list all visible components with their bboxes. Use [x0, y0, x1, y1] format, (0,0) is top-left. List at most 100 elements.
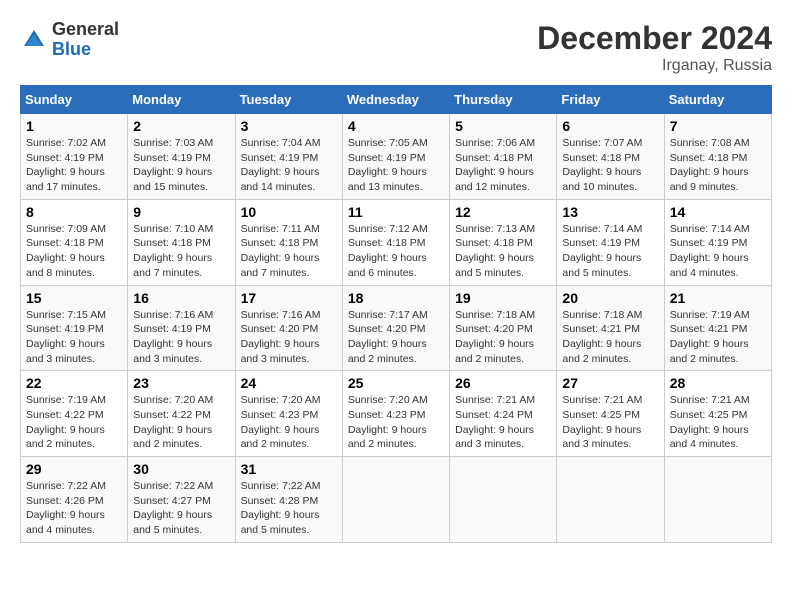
day-info: Sunrise: 7:07 AM Sunset: 4:18 PM Dayligh… [562, 136, 658, 195]
day-info: Sunrise: 7:22 AM Sunset: 4:27 PM Dayligh… [133, 479, 229, 538]
day-number: 23 [133, 375, 229, 391]
logo: General Blue [20, 20, 119, 60]
day-number: 19 [455, 290, 551, 306]
calendar-cell: 4 Sunrise: 7:05 AM Sunset: 4:19 PM Dayli… [342, 114, 449, 200]
day-number: 30 [133, 461, 229, 477]
day-number: 26 [455, 375, 551, 391]
header-friday: Friday [557, 86, 664, 114]
calendar-cell: 30 Sunrise: 7:22 AM Sunset: 4:27 PM Dayl… [128, 457, 235, 543]
day-number: 9 [133, 204, 229, 220]
day-number: 24 [241, 375, 337, 391]
day-info: Sunrise: 7:16 AM Sunset: 4:19 PM Dayligh… [133, 308, 229, 367]
day-number: 29 [26, 461, 122, 477]
calendar-cell: 29 Sunrise: 7:22 AM Sunset: 4:26 PM Dayl… [21, 457, 128, 543]
day-info: Sunrise: 7:19 AM Sunset: 4:21 PM Dayligh… [670, 308, 766, 367]
calendar-cell: 15 Sunrise: 7:15 AM Sunset: 4:19 PM Dayl… [21, 285, 128, 371]
day-info: Sunrise: 7:11 AM Sunset: 4:18 PM Dayligh… [241, 222, 337, 281]
calendar-cell [450, 457, 557, 543]
calendar-cell: 12 Sunrise: 7:13 AM Sunset: 4:18 PM Dayl… [450, 199, 557, 285]
calendar-cell: 26 Sunrise: 7:21 AM Sunset: 4:24 PM Dayl… [450, 371, 557, 457]
day-info: Sunrise: 7:03 AM Sunset: 4:19 PM Dayligh… [133, 136, 229, 195]
day-info: Sunrise: 7:10 AM Sunset: 4:18 PM Dayligh… [133, 222, 229, 281]
calendar-cell: 13 Sunrise: 7:14 AM Sunset: 4:19 PM Dayl… [557, 199, 664, 285]
day-info: Sunrise: 7:14 AM Sunset: 4:19 PM Dayligh… [670, 222, 766, 281]
header-thursday: Thursday [450, 86, 557, 114]
day-info: Sunrise: 7:08 AM Sunset: 4:18 PM Dayligh… [670, 136, 766, 195]
day-info: Sunrise: 7:20 AM Sunset: 4:22 PM Dayligh… [133, 393, 229, 452]
subtitle: Irganay, Russia [537, 57, 772, 75]
day-info: Sunrise: 7:05 AM Sunset: 4:19 PM Dayligh… [348, 136, 444, 195]
day-number: 8 [26, 204, 122, 220]
day-number: 18 [348, 290, 444, 306]
calendar-cell [342, 457, 449, 543]
day-info: Sunrise: 7:21 AM Sunset: 4:25 PM Dayligh… [562, 393, 658, 452]
day-info: Sunrise: 7:21 AM Sunset: 4:25 PM Dayligh… [670, 393, 766, 452]
calendar-cell: 22 Sunrise: 7:19 AM Sunset: 4:22 PM Dayl… [21, 371, 128, 457]
calendar-cell [664, 457, 771, 543]
day-info: Sunrise: 7:09 AM Sunset: 4:18 PM Dayligh… [26, 222, 122, 281]
calendar-week-5: 29 Sunrise: 7:22 AM Sunset: 4:26 PM Dayl… [21, 457, 772, 543]
calendar-cell: 8 Sunrise: 7:09 AM Sunset: 4:18 PM Dayli… [21, 199, 128, 285]
header-sunday: Sunday [21, 86, 128, 114]
day-number: 21 [670, 290, 766, 306]
logo-icon [20, 26, 48, 54]
header-monday: Monday [128, 86, 235, 114]
calendar-cell: 25 Sunrise: 7:20 AM Sunset: 4:23 PM Dayl… [342, 371, 449, 457]
day-number: 15 [26, 290, 122, 306]
calendar-cell: 23 Sunrise: 7:20 AM Sunset: 4:22 PM Dayl… [128, 371, 235, 457]
day-info: Sunrise: 7:13 AM Sunset: 4:18 PM Dayligh… [455, 222, 551, 281]
calendar-cell: 2 Sunrise: 7:03 AM Sunset: 4:19 PM Dayli… [128, 114, 235, 200]
day-number: 5 [455, 118, 551, 134]
calendar-cell: 3 Sunrise: 7:04 AM Sunset: 4:19 PM Dayli… [235, 114, 342, 200]
calendar-cell: 21 Sunrise: 7:19 AM Sunset: 4:21 PM Dayl… [664, 285, 771, 371]
calendar-cell: 27 Sunrise: 7:21 AM Sunset: 4:25 PM Dayl… [557, 371, 664, 457]
day-number: 4 [348, 118, 444, 134]
calendar-cell: 19 Sunrise: 7:18 AM Sunset: 4:20 PM Dayl… [450, 285, 557, 371]
day-info: Sunrise: 7:12 AM Sunset: 4:18 PM Dayligh… [348, 222, 444, 281]
day-number: 27 [562, 375, 658, 391]
calendar-table: SundayMondayTuesdayWednesdayThursdayFrid… [20, 85, 772, 543]
header-wednesday: Wednesday [342, 86, 449, 114]
header-tuesday: Tuesday [235, 86, 342, 114]
header-saturday: Saturday [664, 86, 771, 114]
day-info: Sunrise: 7:18 AM Sunset: 4:21 PM Dayligh… [562, 308, 658, 367]
calendar-week-1: 1 Sunrise: 7:02 AM Sunset: 4:19 PM Dayli… [21, 114, 772, 200]
calendar-cell: 18 Sunrise: 7:17 AM Sunset: 4:20 PM Dayl… [342, 285, 449, 371]
calendar-cell: 11 Sunrise: 7:12 AM Sunset: 4:18 PM Dayl… [342, 199, 449, 285]
day-number: 25 [348, 375, 444, 391]
day-number: 13 [562, 204, 658, 220]
calendar-cell: 20 Sunrise: 7:18 AM Sunset: 4:21 PM Dayl… [557, 285, 664, 371]
day-number: 17 [241, 290, 337, 306]
day-number: 31 [241, 461, 337, 477]
main-title: December 2024 [537, 20, 772, 57]
calendar-cell: 24 Sunrise: 7:20 AM Sunset: 4:23 PM Dayl… [235, 371, 342, 457]
header: General Blue December 2024 Irganay, Russ… [20, 20, 772, 75]
day-number: 6 [562, 118, 658, 134]
logo-general: General [52, 20, 119, 40]
title-area: December 2024 Irganay, Russia [537, 20, 772, 75]
day-info: Sunrise: 7:02 AM Sunset: 4:19 PM Dayligh… [26, 136, 122, 195]
calendar-cell: 9 Sunrise: 7:10 AM Sunset: 4:18 PM Dayli… [128, 199, 235, 285]
day-number: 2 [133, 118, 229, 134]
day-number: 11 [348, 204, 444, 220]
day-info: Sunrise: 7:17 AM Sunset: 4:20 PM Dayligh… [348, 308, 444, 367]
calendar-header-row: SundayMondayTuesdayWednesdayThursdayFrid… [21, 86, 772, 114]
day-info: Sunrise: 7:22 AM Sunset: 4:28 PM Dayligh… [241, 479, 337, 538]
day-info: Sunrise: 7:15 AM Sunset: 4:19 PM Dayligh… [26, 308, 122, 367]
calendar-cell: 6 Sunrise: 7:07 AM Sunset: 4:18 PM Dayli… [557, 114, 664, 200]
day-number: 14 [670, 204, 766, 220]
day-info: Sunrise: 7:19 AM Sunset: 4:22 PM Dayligh… [26, 393, 122, 452]
calendar-cell: 10 Sunrise: 7:11 AM Sunset: 4:18 PM Dayl… [235, 199, 342, 285]
day-info: Sunrise: 7:04 AM Sunset: 4:19 PM Dayligh… [241, 136, 337, 195]
calendar-cell: 5 Sunrise: 7:06 AM Sunset: 4:18 PM Dayli… [450, 114, 557, 200]
day-info: Sunrise: 7:22 AM Sunset: 4:26 PM Dayligh… [26, 479, 122, 538]
day-number: 3 [241, 118, 337, 134]
day-number: 12 [455, 204, 551, 220]
calendar-cell [557, 457, 664, 543]
day-number: 7 [670, 118, 766, 134]
day-number: 22 [26, 375, 122, 391]
calendar-cell: 28 Sunrise: 7:21 AM Sunset: 4:25 PM Dayl… [664, 371, 771, 457]
day-info: Sunrise: 7:06 AM Sunset: 4:18 PM Dayligh… [455, 136, 551, 195]
day-info: Sunrise: 7:18 AM Sunset: 4:20 PM Dayligh… [455, 308, 551, 367]
day-number: 20 [562, 290, 658, 306]
